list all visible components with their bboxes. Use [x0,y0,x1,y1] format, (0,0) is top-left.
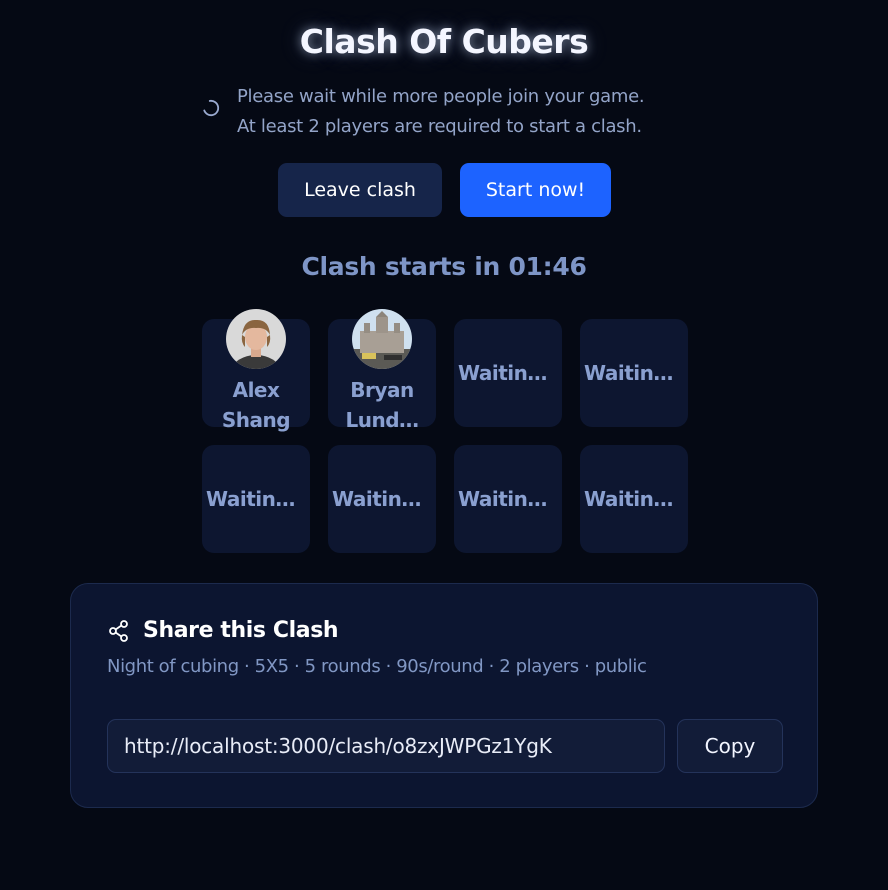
waiting-label: Waiting… [332,487,432,511]
leave-clash-button[interactable]: Leave clash [278,163,442,217]
player-avatar [226,309,286,369]
share-card: Share this Clash Night of cubing · 5X5 ·… [70,583,818,808]
start-now-button[interactable]: Start now! [460,163,611,217]
copy-button[interactable]: Copy [677,719,783,773]
waiting-notice: Please wait while more people join your … [200,82,720,142]
empty-player-slot: Waiting… [454,445,562,553]
waiting-label: Waiting… [458,361,558,385]
player-name: Alex Shang [206,375,306,435]
player-first-name: Bryan [350,378,414,402]
share-icon [109,619,128,642]
empty-player-slot: Waiting… [328,445,436,553]
waiting-label: Waiting… [584,487,684,511]
countdown-timer: Clash starts in 01:46 [301,252,587,281]
player-first-name: Alex [232,378,280,402]
player-slot: Alex Shang [202,309,310,432]
player-name: Bryan Lund… [332,375,432,435]
share-header: Share this Clash [107,618,339,643]
waiting-message-line-1: Please wait while more people join your … [237,86,645,107]
empty-player-slot: Waiting… [454,319,562,427]
loading-spinner-icon [202,99,220,117]
empty-player-slot: Waiting… [580,319,688,427]
waiting-label: Waiting… [584,361,684,385]
waiting-room-page: Clash Of Cubers Please wait while more p… [0,0,888,890]
clash-details: Night of cubing · 5X5 · 5 rounds · 90s/r… [107,656,647,677]
waiting-message: Please wait while more people join your … [237,82,645,142]
waiting-label: Waiting… [458,487,558,511]
waiting-message-line-2: At least 2 players are required to start… [237,116,642,137]
player-last-name: Shang [221,408,291,432]
share-title: Share this Clash [143,618,339,643]
waiting-label: Waiting… [206,487,306,511]
empty-player-slot: Waiting… [202,445,310,553]
player-avatar [352,309,412,369]
page-title: Clash Of Cubers [299,22,589,61]
player-last-name: Lund… [345,408,419,432]
empty-player-slot: Waiting… [580,445,688,553]
player-slot: Bryan Lund… [328,309,436,432]
share-url-field[interactable] [107,719,665,773]
